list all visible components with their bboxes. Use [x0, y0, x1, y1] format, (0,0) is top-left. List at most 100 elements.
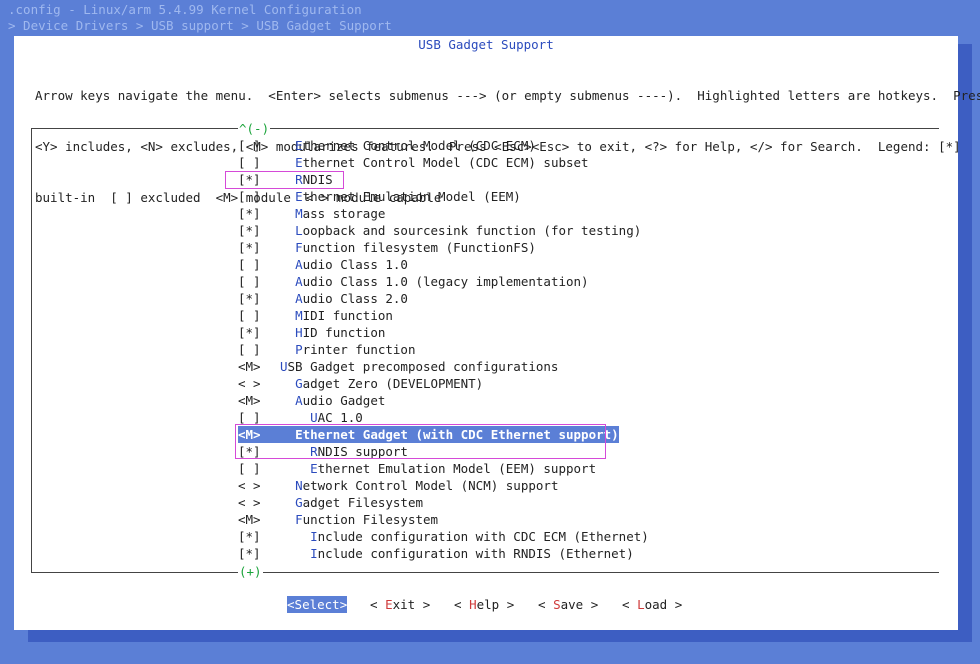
item-hotkey: E: [295, 189, 303, 204]
item-label: udio Class 1.0 (legacy implementation): [302, 274, 589, 289]
menu-item[interactable]: [*] Include configuration with RNDIS (Et…: [238, 545, 634, 562]
item-state: [*]: [238, 240, 261, 255]
item-state: [ ]: [238, 342, 261, 357]
item-label: adget Filesystem: [302, 495, 424, 510]
item-label: udio Gadget: [302, 393, 386, 408]
menu-item[interactable]: <M> Function Filesystem: [238, 511, 438, 528]
scroll-down-indicator: (+): [238, 564, 263, 579]
dialog-button[interactable]: < Help >: [454, 596, 514, 613]
item-state: [*]: [238, 206, 261, 221]
dialog-shadow-bottom: [28, 630, 972, 642]
item-state: < >: [238, 478, 261, 493]
help-line: Arrow keys navigate the menu. <Enter> se…: [35, 88, 980, 103]
item-hotkey: E: [310, 461, 318, 476]
item-state: [*]: [238, 325, 261, 340]
item-state: [*]: [238, 529, 261, 544]
menu-item[interactable]: [*] Audio Class 2.0: [238, 290, 408, 307]
item-state: [ ]: [238, 138, 261, 153]
menu-item[interactable]: [ ] Ethernet Emulation Model (EEM) suppo…: [238, 460, 596, 477]
item-state: [*]: [238, 223, 261, 238]
annotation-highlight-ethernet-gadget: [235, 424, 606, 459]
menu-item[interactable]: < > Gadget Filesystem: [238, 494, 423, 511]
item-hotkey: A: [295, 274, 303, 289]
dialog-title: USB Gadget Support: [418, 37, 554, 52]
item-hotkey: M: [295, 206, 303, 221]
item-label: thernet Control Model (CDC ECM) subset: [302, 155, 589, 170]
dialog-button[interactable]: <Select>: [287, 596, 348, 613]
item-hotkey: E: [295, 155, 303, 170]
item-label: ID function: [302, 325, 386, 340]
menu-item[interactable]: [ ] Printer function: [238, 341, 415, 358]
item-label: udio Class 2.0: [302, 291, 408, 306]
menu-item[interactable]: [*] Loopback and sourcesink function (fo…: [238, 222, 641, 239]
item-state: [*]: [238, 546, 261, 561]
menu-item[interactable]: [*] HID function: [238, 324, 385, 341]
item-hotkey: E: [295, 138, 303, 153]
menu-item[interactable]: [ ] Audio Class 1.0: [238, 256, 408, 273]
item-state: <M>: [238, 359, 261, 374]
item-hotkey: F: [295, 240, 303, 255]
terminal-title: .config - Linux/arm 5.4.99 Kernel Config…: [8, 2, 362, 17]
item-hotkey: A: [295, 257, 303, 272]
item-label: thernet Control Model (CDC ECM): [302, 138, 536, 153]
item-state: <M>: [238, 393, 261, 408]
dialog-button[interactable]: < Exit >: [370, 596, 430, 613]
item-label: nclude configuration with RNDIS (Etherne…: [317, 546, 634, 561]
item-state: [ ]: [238, 155, 261, 170]
annotation-highlight-rndis: [225, 171, 344, 189]
button-hotkey: H: [469, 597, 477, 612]
item-hotkey: F: [295, 512, 303, 527]
item-state: [*]: [238, 291, 261, 306]
item-hotkey: U: [310, 410, 318, 425]
menu-item[interactable]: [*] Function filesystem (FunctionFS): [238, 239, 536, 256]
item-state: [ ]: [238, 189, 261, 204]
item-label: SB Gadget precomposed configurations: [287, 359, 559, 374]
item-hotkey: A: [295, 393, 303, 408]
menu-item[interactable]: < > Network Control Model (NCM) support: [238, 477, 558, 494]
item-hotkey: H: [295, 325, 303, 340]
dialog-button[interactable]: < Save >: [538, 596, 598, 613]
item-hotkey: G: [295, 495, 303, 510]
item-label: etwork Control Model (NCM) support: [302, 478, 559, 493]
scroll-up-indicator: ^(-): [238, 121, 271, 136]
dialog-button[interactable]: < Load >: [622, 596, 682, 613]
item-label: rinter function: [302, 342, 416, 357]
menu-item[interactable]: [ ] Ethernet Control Model (CDC ECM): [238, 137, 536, 154]
menu-item[interactable]: [ ] Ethernet Emulation Model (EEM): [238, 188, 521, 205]
item-state: < >: [238, 376, 261, 391]
item-hotkey: A: [295, 291, 303, 306]
menu-item[interactable]: < > Gadget Zero (DEVELOPMENT): [238, 375, 483, 392]
menu-item[interactable]: [*] Include configuration with CDC ECM (…: [238, 528, 649, 545]
item-state: [ ]: [238, 257, 261, 272]
item-hotkey: U: [280, 359, 288, 374]
item-label: AC 1.0: [317, 410, 363, 425]
item-label: IDI function: [302, 308, 393, 323]
item-hotkey: M: [295, 308, 303, 323]
item-hotkey: N: [295, 478, 303, 493]
item-hotkey: I: [310, 546, 318, 561]
menu-item[interactable]: <M> Audio Gadget: [238, 392, 385, 409]
item-label: udio Class 1.0: [302, 257, 408, 272]
item-hotkey: L: [295, 223, 303, 238]
item-hotkey: G: [295, 376, 303, 391]
menu-item[interactable]: [ ] MIDI function: [238, 307, 393, 324]
button-hotkey: E: [385, 597, 393, 612]
item-state: [ ]: [238, 274, 261, 289]
button-hotkey: L: [637, 597, 645, 612]
item-label: unction filesystem (FunctionFS): [302, 240, 536, 255]
item-hotkey: P: [295, 342, 303, 357]
item-label: adget Zero (DEVELOPMENT): [302, 376, 484, 391]
menu-item[interactable]: [ ] Ethernet Control Model (CDC ECM) sub…: [238, 154, 589, 171]
button-hotkey: S: [553, 597, 561, 612]
menu-item[interactable]: [*] Mass storage: [238, 205, 385, 222]
item-label: oopback and sourcesink function (for tes…: [302, 223, 642, 238]
item-label: unction Filesystem: [302, 512, 439, 527]
menu-item[interactable]: <M> USB Gadget precomposed configurations: [238, 358, 558, 375]
item-label: nclude configuration with CDC ECM (Ether…: [317, 529, 649, 544]
item-label: ass storage: [302, 206, 386, 221]
item-label: thernet Emulation Model (EEM): [302, 189, 521, 204]
item-hotkey: I: [310, 529, 318, 544]
item-label: thernet Emulation Model (EEM) support: [317, 461, 597, 476]
menu-breadcrumb: > Device Drivers > USB support > USB Gad…: [8, 18, 392, 33]
menu-item[interactable]: [ ] Audio Class 1.0 (legacy implementati…: [238, 273, 589, 290]
